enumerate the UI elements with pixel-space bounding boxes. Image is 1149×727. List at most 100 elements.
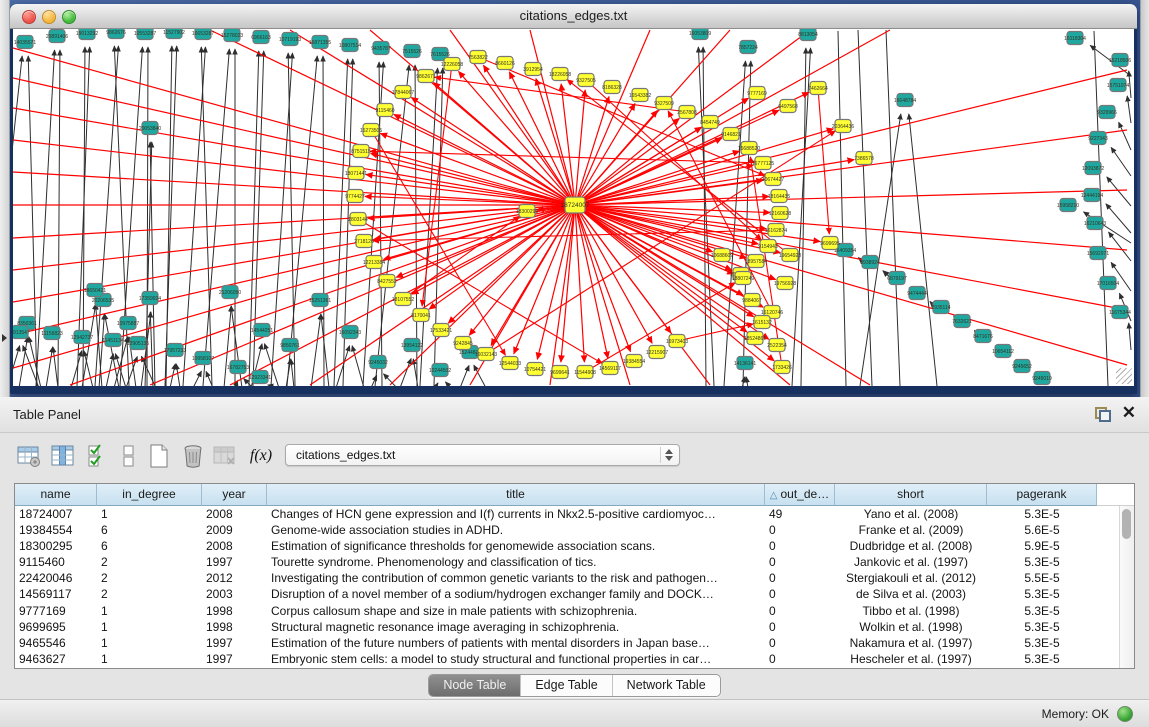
function-builder-icon[interactable]: f(x)	[246, 441, 276, 471]
table-row[interactable]: 2242004622012Investigating the contribut…	[15, 570, 1134, 586]
graph-node[interactable]: 3912954	[523, 63, 543, 76]
graph-node[interactable]: 11544908	[574, 366, 596, 379]
graph-node[interactable]: 16210643	[1084, 217, 1106, 230]
graph-node[interactable]: 12544033	[499, 357, 521, 370]
show-column-icon[interactable]	[48, 441, 78, 471]
graph-node[interactable]: 8427552	[377, 275, 397, 288]
graph-node[interactable]: 10958107	[192, 352, 214, 365]
delete-icon[interactable]	[178, 441, 208, 471]
graph-node[interactable]: 18071441	[345, 167, 367, 180]
graph-node[interactable]: 14035571	[14, 36, 36, 49]
graph-node[interactable]: 8938924	[860, 256, 880, 269]
table-row[interactable]: 1872400712008Changes of HCN gene express…	[15, 506, 1134, 522]
graph-node[interactable]: 7386578	[854, 152, 874, 165]
window-titlebar[interactable]: citations_edges.txt	[10, 4, 1137, 29]
graph-node[interactable]: 9242845	[453, 337, 473, 350]
graph-node[interactable]: 16777125	[752, 157, 774, 170]
graph-node[interactable]: 9699695	[820, 237, 840, 250]
unselect-all-icon[interactable]	[114, 441, 144, 471]
graph-node[interactable]: 15692971	[1087, 247, 1109, 260]
memory-status-icon[interactable]	[1117, 706, 1133, 722]
graph-node[interactable]: 10975887	[117, 317, 139, 330]
graph-node[interactable]: 16653287	[192, 29, 214, 40]
column-header-pagerank[interactable]: pagerank	[987, 484, 1097, 506]
graph-node[interactable]: 18650421	[84, 284, 106, 297]
graph-node[interactable]: 21206050	[219, 286, 241, 299]
graph-node[interactable]: 9146821	[721, 128, 741, 141]
column-header-title[interactable]: title	[267, 484, 765, 506]
table-settings-icon[interactable]	[14, 441, 44, 471]
graph-node[interactable]: 6966163	[251, 31, 271, 44]
vertical-scrollbar[interactable]	[1119, 506, 1134, 668]
graph-node[interactable]: 7462664	[808, 82, 828, 95]
table-row[interactable]: 946554611997Estimation of the future num…	[15, 635, 1134, 651]
graph-node[interactable]: 9327509	[654, 97, 674, 110]
graph-node[interactable]: 17359924	[139, 292, 161, 305]
network-table-select[interactable]: citations_edges.txt	[285, 444, 680, 466]
graph-node[interactable]: 7857224	[738, 41, 758, 54]
graph-node[interactable]: 16162874	[765, 224, 787, 237]
graph-node[interactable]: 11675344	[1109, 306, 1131, 319]
graph-node[interactable]: 9227343	[1088, 132, 1108, 145]
graph-node[interactable]: 15751074	[1107, 79, 1129, 92]
table-row[interactable]: 1456911722003Disruption of a novel membe…	[15, 586, 1134, 602]
graph-node[interactable]: 20891406	[46, 30, 68, 43]
select-all-icon[interactable]	[82, 441, 112, 471]
graph-node[interactable]: 8813054	[798, 29, 818, 41]
graph-node[interactable]: 9850761	[280, 339, 300, 352]
graph-node[interactable]: 16648784	[894, 94, 916, 107]
graph-node[interactable]: 9327505	[576, 74, 596, 87]
graph-node[interactable]: 15218506	[1109, 54, 1131, 67]
column-header-out_degree[interactable]: △out_de…	[765, 484, 835, 506]
graph-node[interactable]: 19654923	[779, 249, 801, 262]
graph-node[interactable]: 10688609	[711, 249, 733, 262]
graph-node[interactable]: 9862676	[106, 29, 126, 39]
graph-node[interactable]: 18164435	[768, 190, 790, 203]
graph-node[interactable]: 10754421	[524, 363, 546, 376]
graph-node[interactable]: 18957584	[745, 255, 767, 268]
graph-node[interactable]: 10244502	[429, 364, 451, 377]
close-window-button[interactable]	[22, 10, 36, 24]
graph-node[interactable]: 2718126	[354, 235, 374, 248]
graph-node[interactable]: 15278023	[221, 29, 243, 42]
column-header-in_degree[interactable]: in_degree	[97, 484, 202, 506]
graph-node[interactable]: 16032143	[475, 348, 497, 361]
graph-node[interactable]: 11451134	[102, 334, 124, 347]
graph-node[interactable]: 9862671	[416, 70, 436, 83]
graph-node[interactable]: 9245032	[368, 356, 388, 369]
graph-node[interactable]: 16543382	[629, 89, 651, 102]
graph-node[interactable]: 18300295	[516, 205, 538, 218]
graph-node[interactable]: 13954122	[401, 339, 423, 352]
graph-node[interactable]: 9699641	[550, 366, 570, 379]
graph-node[interactable]: 12215907	[646, 346, 668, 359]
graph-node[interactable]: 6497568	[778, 100, 798, 113]
graph-node[interactable]: 12226058	[441, 58, 463, 71]
graph-node[interactable]: 18107552	[392, 293, 414, 306]
graph-node[interactable]: 12444194	[1081, 189, 1103, 202]
graph-node[interactable]: 14544251	[251, 324, 273, 337]
table-row[interactable]: 969969511998Structural magnetic resonanc…	[15, 619, 1134, 635]
table-row[interactable]: 946362711997Embryonic stem cells: a mode…	[15, 651, 1134, 667]
graph-node[interactable]: 17533421	[430, 324, 452, 337]
graph-node[interactable]: 10807514	[339, 39, 361, 52]
citation-graph[interactable]: 1403557120891406190132929862676105532871…	[13, 29, 1134, 386]
graph-node[interactable]: 14136141	[734, 357, 756, 370]
graph-node[interactable]: 2803144	[348, 213, 368, 226]
graph-node[interactable]: 18807249	[732, 272, 754, 285]
network-canvas[interactable]: 1403557120891406190132929862676105532871…	[13, 29, 1134, 386]
graph-node[interactable]: 9774427	[345, 190, 365, 203]
table-row[interactable]: 1830029562008Estimation of significance …	[15, 538, 1134, 554]
graph-node[interactable]: 16118304	[1064, 32, 1086, 45]
graph-node[interactable]: 10553287	[134, 29, 156, 40]
graph-node[interactable]: 2935114	[931, 301, 950, 314]
tab-edge-table[interactable]: Edge Table	[520, 675, 611, 696]
graph-node[interactable]: 16053809	[689, 29, 711, 40]
graph-node[interactable]: 7563822	[468, 51, 488, 64]
new-table-icon[interactable]	[144, 441, 174, 471]
graph-node[interactable]: 8913547	[13, 326, 30, 339]
graph-node[interactable]: 9884067	[742, 294, 762, 307]
maximize-window-button[interactable]	[62, 10, 76, 24]
table-row[interactable]: 977716911998Corpus callosum shape and si…	[15, 603, 1134, 619]
graph-node[interactable]: 16973403	[666, 335, 688, 348]
column-header-year[interactable]: year	[202, 484, 267, 506]
